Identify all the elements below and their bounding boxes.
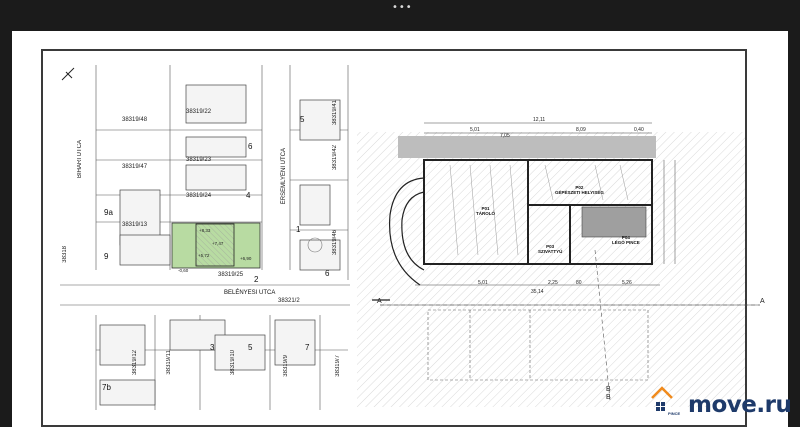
house-number: 6 (248, 142, 253, 151)
parcel-label: 38319/24 (186, 193, 212, 199)
parcel-label: 38319/7 (335, 355, 341, 377)
parcel-label: 38319/47 (122, 164, 148, 170)
house-number: 1 (296, 225, 301, 234)
house-number: 6 (325, 269, 330, 278)
house-number: 4 (246, 191, 251, 200)
elevation-mark: +7,47 (212, 241, 224, 246)
room-label: P02 GÉPÉSZETI HELYISÉG (555, 185, 604, 195)
grey-block (581, 206, 647, 238)
room-label: P04 LÉGÓ PINCE (612, 235, 640, 245)
room-name: LÉGÓ PINCE (612, 240, 640, 245)
parcel-label: 38321/2 (278, 298, 300, 304)
house-number: 5 (300, 115, 305, 124)
parcel-label: 38319/23 (186, 157, 212, 163)
elevation-mark: +5,72 (198, 253, 210, 258)
elevation-mark: +8,33 (199, 228, 211, 233)
dimension-label: 12,11 (533, 117, 546, 123)
room-name: GÉPÉSZETI HELYISÉG (555, 190, 604, 195)
parcel-label: 38319/41 (332, 100, 338, 126)
dimension-label: 5,01 (470, 127, 480, 133)
brand-name: move.ru (688, 392, 792, 418)
room-label: P03 SZIVATTYÚ (538, 244, 562, 254)
dimension-label: 8,09 (576, 127, 586, 133)
parcel-label: 38319/42 (332, 145, 338, 171)
parcel-label: 38319/25 (218, 272, 244, 278)
house-number: 9a (104, 208, 113, 217)
section-mark: A (760, 298, 765, 305)
brand-sub: PINCE (668, 411, 681, 416)
house-number: 7 (305, 343, 310, 352)
dimension-label: 5,01 (478, 280, 488, 286)
street-name: BIHARI UTCA (77, 140, 83, 179)
room-name: TÁROLÓ (476, 211, 495, 216)
parcel-label: 38319/22 (186, 109, 212, 115)
room-name: SZIVATTYÚ (538, 249, 563, 254)
room-label: P01 TÁROLÓ (476, 206, 495, 216)
parcel-label: 38319/46 (332, 230, 338, 256)
parcel-label: 38319/9 (283, 355, 289, 377)
grey-band (398, 136, 656, 158)
house-number: 3 (210, 343, 215, 352)
parcel-label: 38319/10 (230, 350, 236, 376)
dimension-label: 80 (576, 280, 582, 286)
north-arrow-icon (61, 67, 75, 81)
dimension-label: 7,05 (500, 133, 510, 139)
parcel-label: 38319/12 (132, 350, 138, 376)
dimension-label: 2,25 (548, 280, 558, 286)
house-number: 5 (248, 343, 253, 352)
parcel-label: 38319/11 (166, 350, 172, 375)
dimension-label: 5,26 (622, 280, 632, 286)
dimension-label: 35,14 (531, 289, 544, 295)
parcel-label: 38319/13 (122, 222, 148, 228)
house-number: 9 (104, 252, 109, 261)
hatched-ground (357, 132, 745, 407)
parcel-label: 38318 (62, 246, 68, 263)
house-number: 7b (102, 383, 111, 392)
section-mark: B (606, 394, 611, 401)
house-number: 2 (254, 275, 259, 284)
parcel-label: 38319/48 (122, 117, 148, 123)
section-mark: B (606, 386, 611, 393)
elevation-mark: -0,60 (178, 268, 189, 273)
dimension-label: 0,40 (634, 127, 644, 133)
street-name: BELÉNYESI UTCA (224, 290, 276, 296)
architectural-drawing (60, 65, 760, 411)
section-mark: A (377, 298, 382, 305)
street-name: ÉRSEMLYÉNI UTCA (281, 148, 287, 205)
elevation-mark: +6,90 (240, 256, 252, 261)
